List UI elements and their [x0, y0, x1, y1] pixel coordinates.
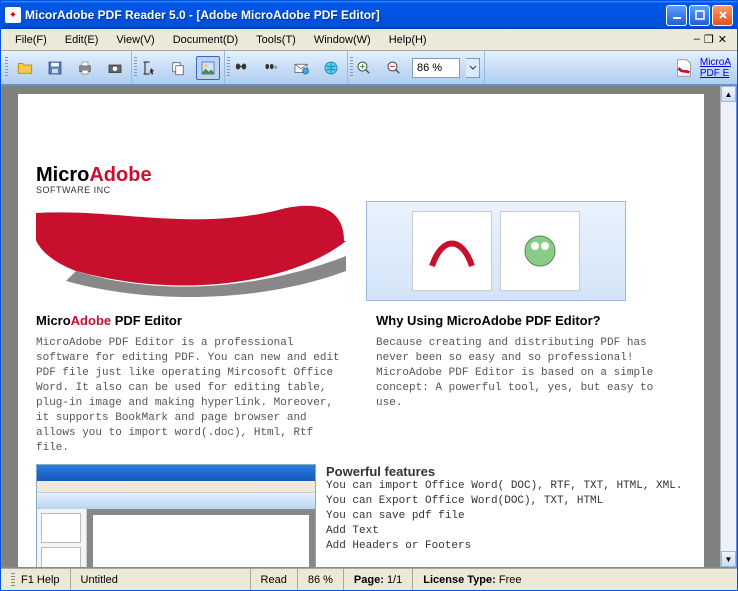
- window-title: MicorAdobe PDF Reader 5.0 - [Adobe Micro…: [25, 8, 666, 22]
- text-select-button[interactable]: [136, 56, 160, 80]
- menubar: File(F) Edit(E) View(V) Document(D) Tool…: [1, 29, 737, 51]
- side-links: MicroA PDF E: [666, 51, 737, 84]
- mdi-controls: – ❐ ✕: [694, 33, 731, 46]
- screenshot-thumbnail: [36, 464, 316, 567]
- toolbar-group-find: [225, 51, 348, 84]
- feature-item: You can Export Office Word(DOC), TXT, HT…: [326, 494, 682, 509]
- lower-section: Powerful features You can import Office …: [36, 464, 686, 567]
- feature-item: Add Headers or Footers: [326, 539, 682, 554]
- menu-tools[interactable]: Tools(T): [248, 32, 304, 48]
- feature-item: Add Text: [326, 524, 682, 539]
- zoom-out-button[interactable]: [382, 56, 406, 80]
- features-heading: Powerful features: [326, 464, 682, 479]
- status-zoom: 86 %: [298, 569, 344, 590]
- content-area: MicroAdobe SOFTWARE INC: [1, 85, 737, 568]
- close-button[interactable]: [712, 5, 733, 26]
- camera-button[interactable]: [103, 56, 127, 80]
- copy-button[interactable]: [166, 56, 190, 80]
- mail-button[interactable]: [289, 56, 313, 80]
- status-docname: Untitled: [71, 569, 251, 590]
- menu-document[interactable]: Document(D): [165, 32, 246, 48]
- window-controls: [666, 5, 733, 26]
- content-columns: MicroAdobe PDF Editor MicroAdobe PDF Edi…: [36, 313, 686, 456]
- left-heading: MicroAdobe PDF Editor: [36, 313, 346, 328]
- hero-graphics: [36, 201, 686, 301]
- app-window: ✦ MicorAdobe PDF Reader 5.0 - [Adobe Mic…: [0, 0, 738, 591]
- menu-window[interactable]: Window(W): [306, 32, 379, 48]
- image-select-button[interactable]: [196, 56, 220, 80]
- toolbar-group-select: [132, 51, 225, 84]
- feature-item: You can save pdf file: [326, 509, 682, 524]
- minimize-button[interactable]: [666, 5, 687, 26]
- menu-file[interactable]: File(F): [7, 32, 55, 48]
- brand-subtitle: SOFTWARE INC: [36, 185, 686, 195]
- status-mode: Read: [251, 569, 298, 590]
- hero-preview: [366, 201, 626, 301]
- mdi-minimize-button[interactable]: –: [694, 33, 700, 46]
- status-page: Page: 1/1: [344, 569, 413, 590]
- menu-edit[interactable]: Edit(E): [57, 32, 107, 48]
- document-viewport[interactable]: MicroAdobe SOFTWARE INC: [2, 86, 720, 567]
- brand-part1: Micro: [36, 164, 89, 186]
- right-column: Why Using MicroAdobe PDF Editor? Because…: [376, 313, 686, 456]
- maximize-button[interactable]: [689, 5, 710, 26]
- right-paragraph: Because creating and distributing PDF ha…: [376, 336, 686, 411]
- pdf-icon: [672, 56, 696, 80]
- menu-help[interactable]: Help(H): [381, 32, 435, 48]
- scroll-up-button[interactable]: ▲: [721, 86, 736, 102]
- toolbar-group-zoom: 86 %: [348, 51, 485, 84]
- status-license: License Type: Free: [413, 569, 531, 590]
- side-link-1[interactable]: MicroA: [700, 57, 731, 68]
- swoosh-graphic: [36, 201, 346, 301]
- zoom-in-button[interactable]: [352, 56, 376, 80]
- feature-item: You can import Office Word( DOC), RTF, T…: [326, 479, 682, 494]
- mdi-restore-button[interactable]: ❐: [704, 33, 714, 46]
- mdi-close-button[interactable]: ✕: [718, 33, 727, 46]
- status-help: F1 Help: [1, 569, 71, 590]
- print-button[interactable]: [73, 56, 97, 80]
- save-button[interactable]: [43, 56, 67, 80]
- zoom-dropdown-button[interactable]: [466, 58, 480, 78]
- toolbar-group-file: [1, 51, 132, 84]
- statusbar: F1 Help Untitled Read 86 % Page: 1/1 Lic…: [1, 568, 737, 590]
- pdf-page: MicroAdobe SOFTWARE INC: [18, 94, 704, 567]
- features-list: Powerful features You can import Office …: [326, 464, 682, 567]
- toolbar: 86 % MicroA PDF E: [1, 51, 737, 85]
- zoom-input[interactable]: 86 %: [412, 58, 460, 78]
- vertical-scrollbar[interactable]: ▲ ▼: [720, 86, 736, 567]
- side-link-2[interactable]: PDF E: [700, 68, 731, 79]
- right-heading: Why Using MicroAdobe PDF Editor?: [376, 313, 686, 328]
- web-button[interactable]: [319, 56, 343, 80]
- left-paragraph: MicroAdobe PDF Editor is a professional …: [36, 336, 346, 456]
- app-icon: ✦: [5, 7, 21, 23]
- scroll-track[interactable]: [721, 102, 736, 551]
- zoom-value: 86 %: [417, 62, 442, 74]
- brand-part2: Adobe: [89, 164, 151, 186]
- find-next-button[interactable]: [259, 56, 283, 80]
- scroll-down-button[interactable]: ▼: [721, 551, 736, 567]
- titlebar: ✦ MicorAdobe PDF Reader 5.0 - [Adobe Mic…: [1, 1, 737, 29]
- find-button[interactable]: [229, 56, 253, 80]
- menu-view[interactable]: View(V): [108, 32, 162, 48]
- left-column: MicroAdobe PDF Editor MicroAdobe PDF Edi…: [36, 313, 346, 456]
- open-button[interactable]: [13, 56, 37, 80]
- brand-logo: MicroAdobe SOFTWARE INC: [36, 164, 686, 195]
